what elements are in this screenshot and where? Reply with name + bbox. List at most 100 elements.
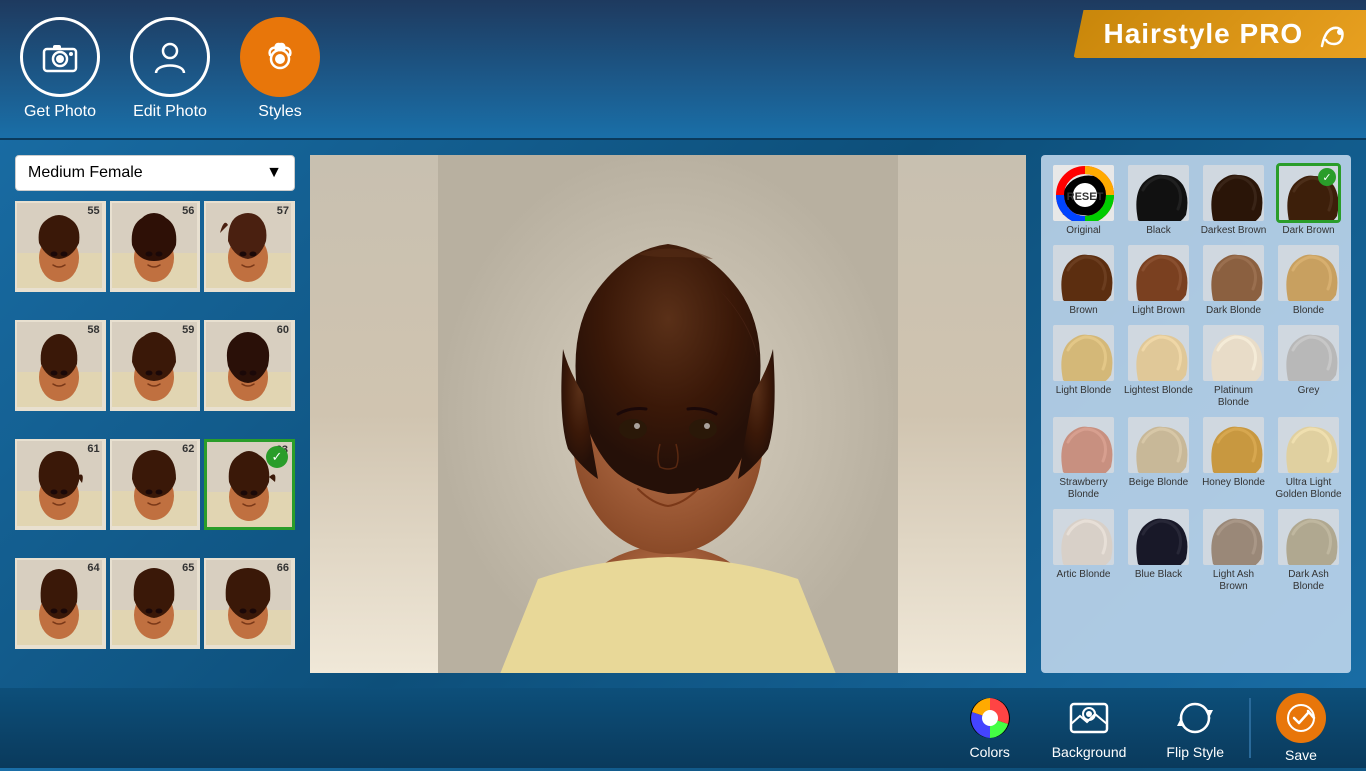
color-swatch-beige-blonde[interactable]: Beige Blonde xyxy=(1124,415,1193,501)
color-swatch-blue-black[interactable]: Blue Black xyxy=(1124,507,1193,593)
flip-icon xyxy=(1173,696,1217,740)
swatch-wrap-light-brown xyxy=(1126,243,1191,303)
swatch-label-black: Black xyxy=(1146,225,1170,237)
style-num-55: 55 xyxy=(87,205,99,217)
swatch-wrap-blonde xyxy=(1276,243,1341,303)
swatch-label-grey: Grey xyxy=(1298,385,1320,397)
swatch-wrap-ultra-light-golden-blonde xyxy=(1276,415,1341,475)
color-swatch-dark-blonde[interactable]: Dark Blonde xyxy=(1199,243,1268,317)
main-content: Medium Female ▼ 55 56 57 58 xyxy=(0,140,1366,688)
save-icon xyxy=(1276,693,1326,743)
style-num-61: 61 xyxy=(87,443,99,455)
toolbar-flip-style[interactable]: Flip Style xyxy=(1146,688,1244,768)
swatch-label-beige-blonde: Beige Blonde xyxy=(1129,477,1189,489)
style-num-65: 65 xyxy=(182,562,194,574)
style-item-61[interactable]: 61 xyxy=(15,439,106,530)
background-label: Background xyxy=(1052,744,1127,760)
swatch-label-artic-blonde: Artic Blonde xyxy=(1057,569,1111,581)
swatch-label-brown: Brown xyxy=(1069,305,1097,317)
swatch-wrap-light-ash-brown xyxy=(1201,507,1266,567)
style-item-55[interactable]: 55 xyxy=(15,201,106,292)
swatch-label-platinum-blonde: Platinum Blonde xyxy=(1199,385,1268,409)
photo-preview xyxy=(310,155,1026,673)
style-num-62: 62 xyxy=(182,443,194,455)
style-num-57: 57 xyxy=(277,205,289,217)
swatch-wrap-honey-blonde xyxy=(1201,415,1266,475)
nav-styles[interactable]: Styles xyxy=(240,17,320,121)
swatch-wrap-dark-ash-blonde xyxy=(1276,507,1341,567)
style-item-60[interactable]: 60 xyxy=(204,320,295,411)
color-swatch-darkest-brown[interactable]: Darkest Brown xyxy=(1199,163,1268,237)
swatch-label-blonde: Blonde xyxy=(1293,305,1324,317)
style-item-66[interactable]: 66 xyxy=(204,558,295,649)
get-photo-label: Get Photo xyxy=(24,103,96,121)
swatch-wrap-blue-black xyxy=(1126,507,1191,567)
swatch-wrap-black xyxy=(1126,163,1191,223)
style-num-56: 56 xyxy=(182,205,194,217)
toolbar-colors[interactable]: Colors xyxy=(948,688,1032,768)
style-item-64[interactable]: 64 xyxy=(15,558,106,649)
header: Get Photo Edit Photo Styles xyxy=(0,0,1366,140)
colors-label: Colors xyxy=(969,744,1009,760)
style-num-64: 64 xyxy=(87,562,99,574)
color-swatch-ultra-light-golden-blonde[interactable]: Ultra Light Golden Blonde xyxy=(1274,415,1343,501)
style-item-65[interactable]: 65 xyxy=(110,558,201,649)
color-swatch-light-blonde[interactable]: Light Blonde xyxy=(1049,323,1118,409)
color-swatch-platinum-blonde[interactable]: Platinum Blonde xyxy=(1199,323,1268,409)
swatch-label-light-blonde: Light Blonde xyxy=(1056,385,1112,397)
photo-panel xyxy=(310,155,1026,673)
color-swatch-light-ash-brown[interactable]: Light Ash Brown xyxy=(1199,507,1268,593)
swatch-label-honey-blonde: Honey Blonde xyxy=(1202,477,1265,489)
swatch-wrap-original: RESET xyxy=(1051,163,1116,223)
swatch-wrap-lightest-blonde xyxy=(1126,323,1191,383)
styles-grid: 55 56 57 58 59 xyxy=(15,201,295,673)
style-item-62[interactable]: 62 xyxy=(110,439,201,530)
style-category-dropdown[interactable]: Medium Female ▼ xyxy=(15,155,295,191)
nav-edit-photo[interactable]: Edit Photo xyxy=(130,17,210,121)
color-swatch-grey[interactable]: Grey xyxy=(1274,323,1343,409)
style-item-57[interactable]: 57 xyxy=(204,201,295,292)
background-icon xyxy=(1067,696,1111,740)
swatch-label-lightest-blonde: Lightest Blonde xyxy=(1124,385,1193,397)
style-item-58[interactable]: 58 xyxy=(15,320,106,411)
color-swatch-honey-blonde[interactable]: Honey Blonde xyxy=(1199,415,1268,501)
color-swatch-blonde[interactable]: Blonde xyxy=(1274,243,1343,317)
style-num-60: 60 xyxy=(277,324,289,336)
color-swatch-dark-ash-blonde[interactable]: Dark Ash Blonde xyxy=(1274,507,1343,593)
style-num-66: 66 xyxy=(277,562,289,574)
hair-icon xyxy=(240,17,320,97)
toolbar-save[interactable]: Save xyxy=(1256,685,1346,771)
color-swatch-black[interactable]: Black xyxy=(1124,163,1193,237)
save-label: Save xyxy=(1285,747,1317,763)
color-swatch-original[interactable]: RESET Original xyxy=(1049,163,1118,237)
colors-panel: RESET Original Black Darkest Brown ✓Dark… xyxy=(1041,155,1351,673)
dropdown-label: Medium Female xyxy=(28,164,143,182)
color-swatch-artic-blonde[interactable]: Artic Blonde xyxy=(1049,507,1118,593)
color-swatch-light-brown[interactable]: Light Brown xyxy=(1124,243,1193,317)
style-num-58: 58 xyxy=(87,324,99,336)
style-item-56[interactable]: 56 xyxy=(110,201,201,292)
toolbar: Colors Background Flip Style xyxy=(0,688,1366,768)
swatch-wrap-artic-blonde xyxy=(1051,507,1116,567)
nav-items: Get Photo Edit Photo Styles xyxy=(20,17,320,121)
nav-get-photo[interactable]: Get Photo xyxy=(20,17,100,121)
color-swatch-lightest-blonde[interactable]: Lightest Blonde xyxy=(1124,323,1193,409)
style-num-59: 59 xyxy=(182,324,194,336)
color-swatch-strawberry-blonde[interactable]: Strawberry Blonde xyxy=(1049,415,1118,501)
style-item-63[interactable]: 63✓ xyxy=(204,439,295,530)
swatch-wrap-strawberry-blonde xyxy=(1051,415,1116,475)
swatch-wrap-platinum-blonde xyxy=(1201,323,1266,383)
toolbar-background[interactable]: Background xyxy=(1032,688,1147,768)
swatch-label-blue-black: Blue Black xyxy=(1135,569,1182,581)
app-title: Hairstyle PRO xyxy=(1073,10,1366,58)
style-check-63: ✓ xyxy=(266,446,288,468)
app-title-text: Hairstyle PRO xyxy=(1103,18,1303,49)
svg-text:RESET: RESET xyxy=(1067,191,1104,203)
swatch-label-light-ash-brown: Light Ash Brown xyxy=(1199,569,1268,593)
swatch-label-original: Original xyxy=(1066,225,1100,237)
camera-icon xyxy=(20,17,100,97)
style-item-59[interactable]: 59 xyxy=(110,320,201,411)
color-swatch-dark-brown[interactable]: ✓Dark Brown xyxy=(1274,163,1343,237)
swatch-wrap-darkest-brown xyxy=(1201,163,1266,223)
color-swatch-brown[interactable]: Brown xyxy=(1049,243,1118,317)
